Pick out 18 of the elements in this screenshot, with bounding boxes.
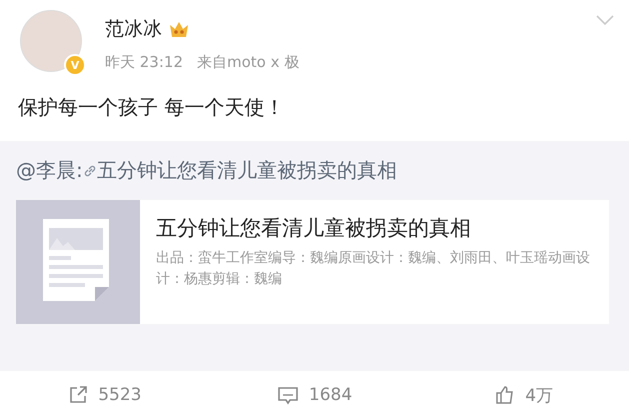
article-description: 出品：蛮牛工作室编导：魏编原画设计：魏编、刘雨田、叶玉瑶动画设计：杨惠剪辑：魏编 [156, 249, 591, 289]
repost-count[interactable]: 5523 [98, 385, 142, 405]
like-count[interactable]: 4万 [525, 384, 554, 406]
post-time: 昨天 23:12 [105, 53, 183, 72]
post-text: 保护每一个孩子 每一个天使！ [17, 94, 286, 121]
verified-badge: V [64, 54, 86, 76]
comment-icon[interactable] [276, 385, 299, 405]
mention-link[interactable]: @李晨: [16, 157, 83, 184]
post-source: 来自moto x 极 [197, 53, 300, 72]
document-thumbnail-icon [16, 200, 140, 324]
article-link[interactable]: 五分钟让您看清儿童被拐卖的真相 [96, 157, 397, 184]
link-icon [82, 164, 97, 178]
share-icon[interactable] [68, 385, 88, 405]
article-title: 五分钟让您看清儿童被拐卖的真相 [156, 215, 472, 242]
author-name[interactable]: 范冰冰 [105, 16, 162, 42]
thumbs-up-icon[interactable] [495, 385, 516, 405]
comment-count[interactable]: 1684 [308, 385, 352, 405]
article-card[interactable]: 五分钟让您看清儿童被拐卖的真相 出品：蛮牛工作室编导：魏编原画设计：魏编、刘雨田、叶玉瑶动画设计：杨惠剪辑：魏编 [16, 200, 609, 324]
